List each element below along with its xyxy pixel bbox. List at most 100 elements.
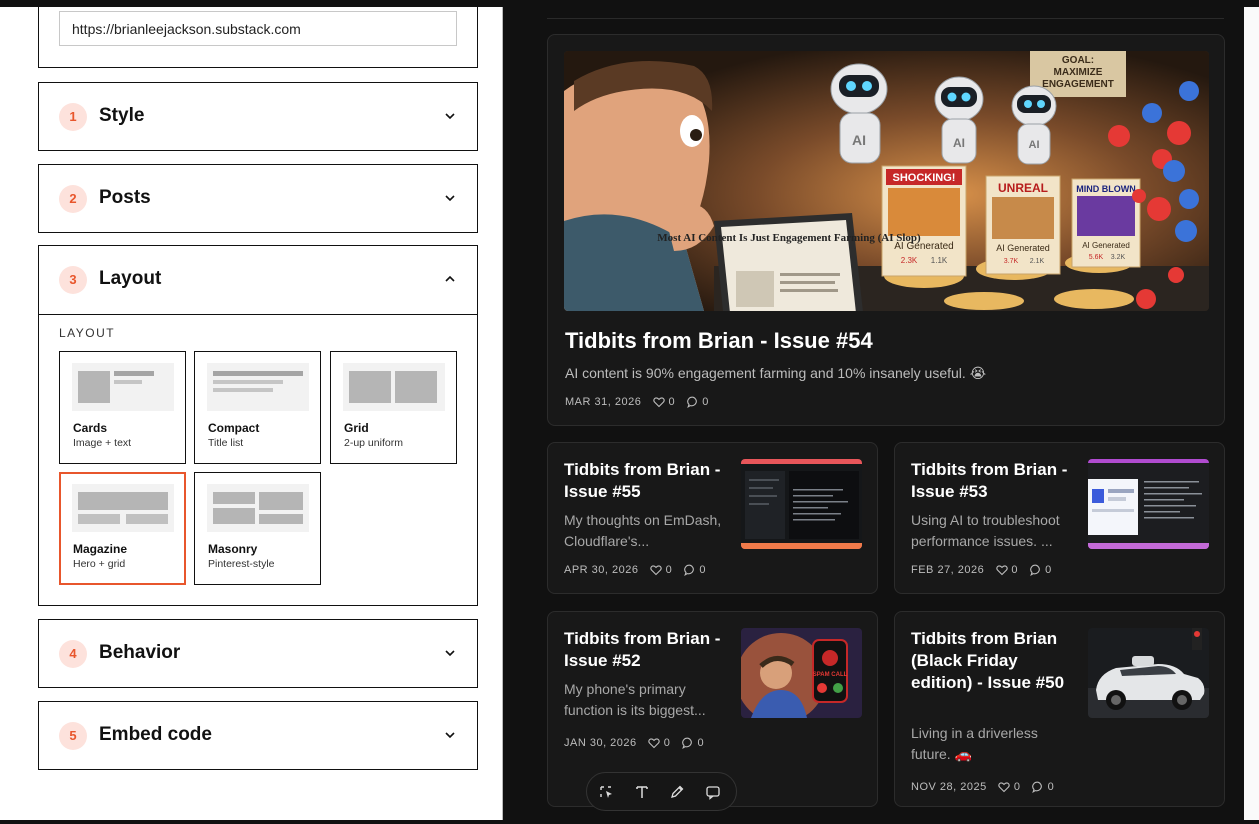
heart-icon [648, 738, 660, 749]
image-card-3-likes: 5.6K [1089, 254, 1104, 261]
step-badge: 1 [59, 103, 87, 131]
posts-section[interactable]: 2 Posts [38, 164, 478, 233]
post-card[interactable]: Tidbits from Brian - Issue #53 Using AI … [894, 442, 1225, 594]
posts-section-header[interactable]: 2 Posts [39, 165, 477, 233]
robot-label: AI [953, 136, 965, 150]
image-card-1-head: SHOCKING! [893, 172, 956, 184]
section-title: Embed code [99, 724, 212, 745]
layout-options-panel: LAYOUT Cards Image + text Compact Title … [39, 314, 477, 605]
svg-text:MAXIMIZE: MAXIMIZE [1054, 67, 1103, 78]
spam-call-label: SPAM CALL [813, 672, 848, 678]
post-description: Using AI to troubleshoot performance iss… [911, 512, 1060, 549]
hero-post-card[interactable]: GOAL: MAXIMIZE ENGAGEMENT AI AI AI SHOCK… [547, 34, 1225, 426]
comments-count: 0 [702, 396, 709, 409]
post-title[interactable]: Tidbits from Brian (Black Friday edition… [911, 628, 1081, 694]
likes-count: 0 [1013, 781, 1021, 794]
post-card[interactable]: Tidbits from Brian (Black Friday edition… [894, 611, 1225, 807]
svg-text:ENGAGEMENT: ENGAGEMENT [1042, 79, 1114, 90]
hero-post-title[interactable]: Tidbits from Brian - Issue #54 [565, 328, 873, 354]
divider [547, 18, 1224, 19]
driverless-car-photo [1088, 628, 1209, 718]
layout-label: LAYOUT [59, 326, 116, 340]
post-card[interactable]: Tidbits from Brian - Issue #55 My though… [547, 442, 878, 594]
heart-icon [996, 565, 1008, 576]
layout-option-magazine[interactable]: Magazine Hero + grid [59, 472, 186, 585]
post-meta: JAN 30, 2026 0 0 [564, 737, 705, 750]
post-meta: NOV 28, 2025 0 0 [911, 781, 1055, 794]
comment-icon [686, 396, 697, 409]
post-thumbnail: SPAM CALL [741, 628, 862, 718]
chevron-up-icon [445, 275, 455, 282]
comments-count: 0 [1047, 781, 1055, 794]
image-card-3-foot: AI Generated [1082, 241, 1130, 250]
hero-post-description: AI content is 90% engagement farming and… [565, 365, 987, 381]
image-card-1-likes: 2.3K [901, 256, 918, 265]
settings-panel: https://brianleejackson.substack.com 1 S… [0, 6, 502, 820]
layout-option-grid[interactable]: Grid 2-up uniform [330, 351, 457, 464]
post-description: Living in a driverless future. 🚗 [911, 725, 1038, 762]
post-title[interactable]: Tidbits from Brian - Issue #53 [911, 459, 1081, 503]
pen-icon[interactable] [669, 784, 685, 800]
post-meta: APR 30, 2026 0 0 [564, 564, 706, 577]
post-title[interactable]: Tidbits from Brian - Issue #52 [564, 628, 734, 672]
embed-code-section-header[interactable]: 5 Embed code [39, 702, 477, 770]
code-editor-screenshot [741, 459, 862, 549]
scrollbar-track[interactable] [1244, 7, 1259, 820]
comment-icon [684, 564, 694, 577]
select-icon[interactable] [598, 784, 614, 800]
step-badge: 2 [59, 185, 87, 213]
compact-preview-thumbnail [207, 363, 309, 411]
post-date: JAN 30, 2026 [564, 737, 637, 750]
source-section: https://brianleejackson.substack.com [38, 6, 478, 68]
comment-icon[interactable] [705, 784, 721, 800]
layout-section-header[interactable]: 3 Layout [39, 246, 477, 314]
text-icon[interactable] [634, 784, 650, 800]
substack-url-input[interactable]: https://brianleejackson.substack.com [59, 11, 457, 46]
comments-count: 0 [699, 564, 706, 577]
hero-post-image: GOAL: MAXIMIZE ENGAGEMENT AI AI AI SHOCK… [564, 51, 1209, 311]
likes-count: 0 [668, 396, 676, 409]
image-card-2-comments: 2.1K [1030, 258, 1045, 265]
post-meta: FEB 27, 2026 0 0 [911, 564, 1052, 577]
post-meta: MAR 31, 2026 0 0 [565, 396, 709, 409]
image-card-2-foot: AI Generated [996, 243, 1050, 253]
post-title[interactable]: Tidbits from Brian - Issue #55 [564, 459, 734, 503]
post-description: My thoughts on EmDash, Cloudflare's... [564, 512, 722, 549]
step-badge: 5 [59, 722, 87, 750]
option-description: Title list [208, 437, 244, 449]
comment-icon [1029, 564, 1040, 577]
post-date: APR 30, 2026 [564, 564, 639, 577]
behavior-section-header[interactable]: 4 Behavior [39, 620, 477, 688]
style-section[interactable]: 1 Style [38, 82, 478, 151]
bottom-border [0, 820, 1259, 824]
heart-icon [653, 397, 665, 408]
svg-text:GOAL:: GOAL: [1062, 55, 1094, 66]
post-thumbnail [1088, 459, 1209, 549]
robot-label: AI [1029, 139, 1040, 151]
magazine-preview-thumbnail [72, 484, 174, 532]
layout-option-masonry[interactable]: Masonry Pinterest-style [194, 472, 321, 585]
post-date: NOV 28, 2025 [911, 781, 987, 794]
masonry-preview-thumbnail [207, 484, 309, 532]
post-thumbnail [741, 459, 862, 549]
embed-code-section[interactable]: 5 Embed code [38, 701, 478, 770]
behavior-section[interactable]: 4 Behavior [38, 619, 478, 688]
chevron-down-icon [445, 650, 455, 657]
style-section-header[interactable]: 1 Style [39, 83, 477, 151]
option-description: Pinterest-style [208, 558, 275, 570]
comment-icon [682, 737, 692, 750]
option-name: Compact [208, 421, 260, 435]
option-description: 2-up uniform [344, 437, 403, 449]
step-badge: 3 [59, 266, 87, 294]
likes-count: 0 [663, 737, 671, 750]
option-name: Masonry [208, 542, 258, 556]
layout-option-cards[interactable]: Cards Image + text [59, 351, 186, 464]
chevron-down-icon [445, 113, 455, 120]
section-title: Posts [99, 187, 151, 208]
grid-preview-thumbnail [343, 363, 445, 411]
image-card-3-head: MIND BLOWN [1076, 184, 1136, 194]
layout-option-compact[interactable]: Compact Title list [194, 351, 321, 464]
layout-section: 3 Layout LAYOUT Cards Image + text Compa… [38, 245, 478, 606]
comments-count: 0 [697, 737, 705, 750]
chevron-down-icon [445, 195, 455, 202]
